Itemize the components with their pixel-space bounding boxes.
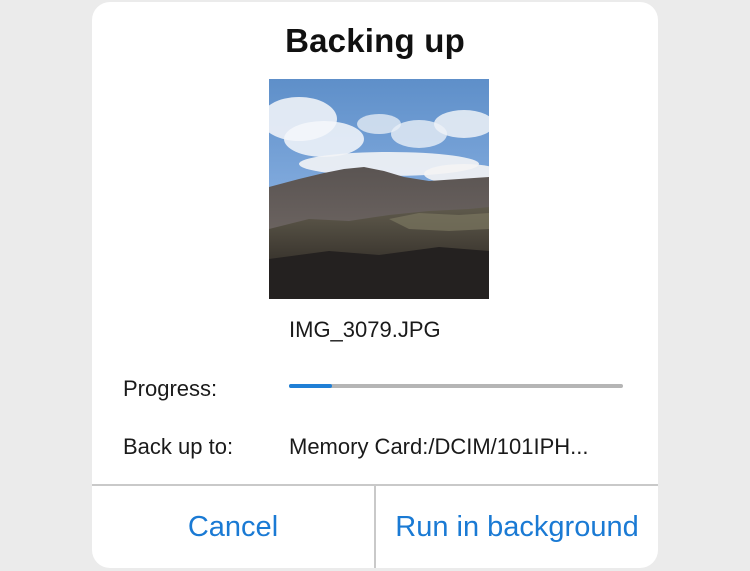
backup-dialog: Backing up IMG_3079.JPG Progress: Back u… <box>92 2 658 568</box>
cancel-button[interactable]: Cancel <box>92 486 374 568</box>
file-name: IMG_3079.JPG <box>289 317 441 342</box>
destination-label: Back up to: <box>123 434 234 459</box>
photo-thumbnail <box>269 79 489 299</box>
mountain-photo-image <box>269 79 489 299</box>
progress-bar <box>289 384 623 388</box>
dialog-title: Backing up <box>285 22 465 59</box>
progress-fill <box>289 384 333 388</box>
destination-path: Memory Card:/DCIM/101IPH... <box>289 434 589 459</box>
progress-label: Progress: <box>123 376 218 401</box>
run-in-background-button[interactable]: Run in background <box>376 486 658 568</box>
